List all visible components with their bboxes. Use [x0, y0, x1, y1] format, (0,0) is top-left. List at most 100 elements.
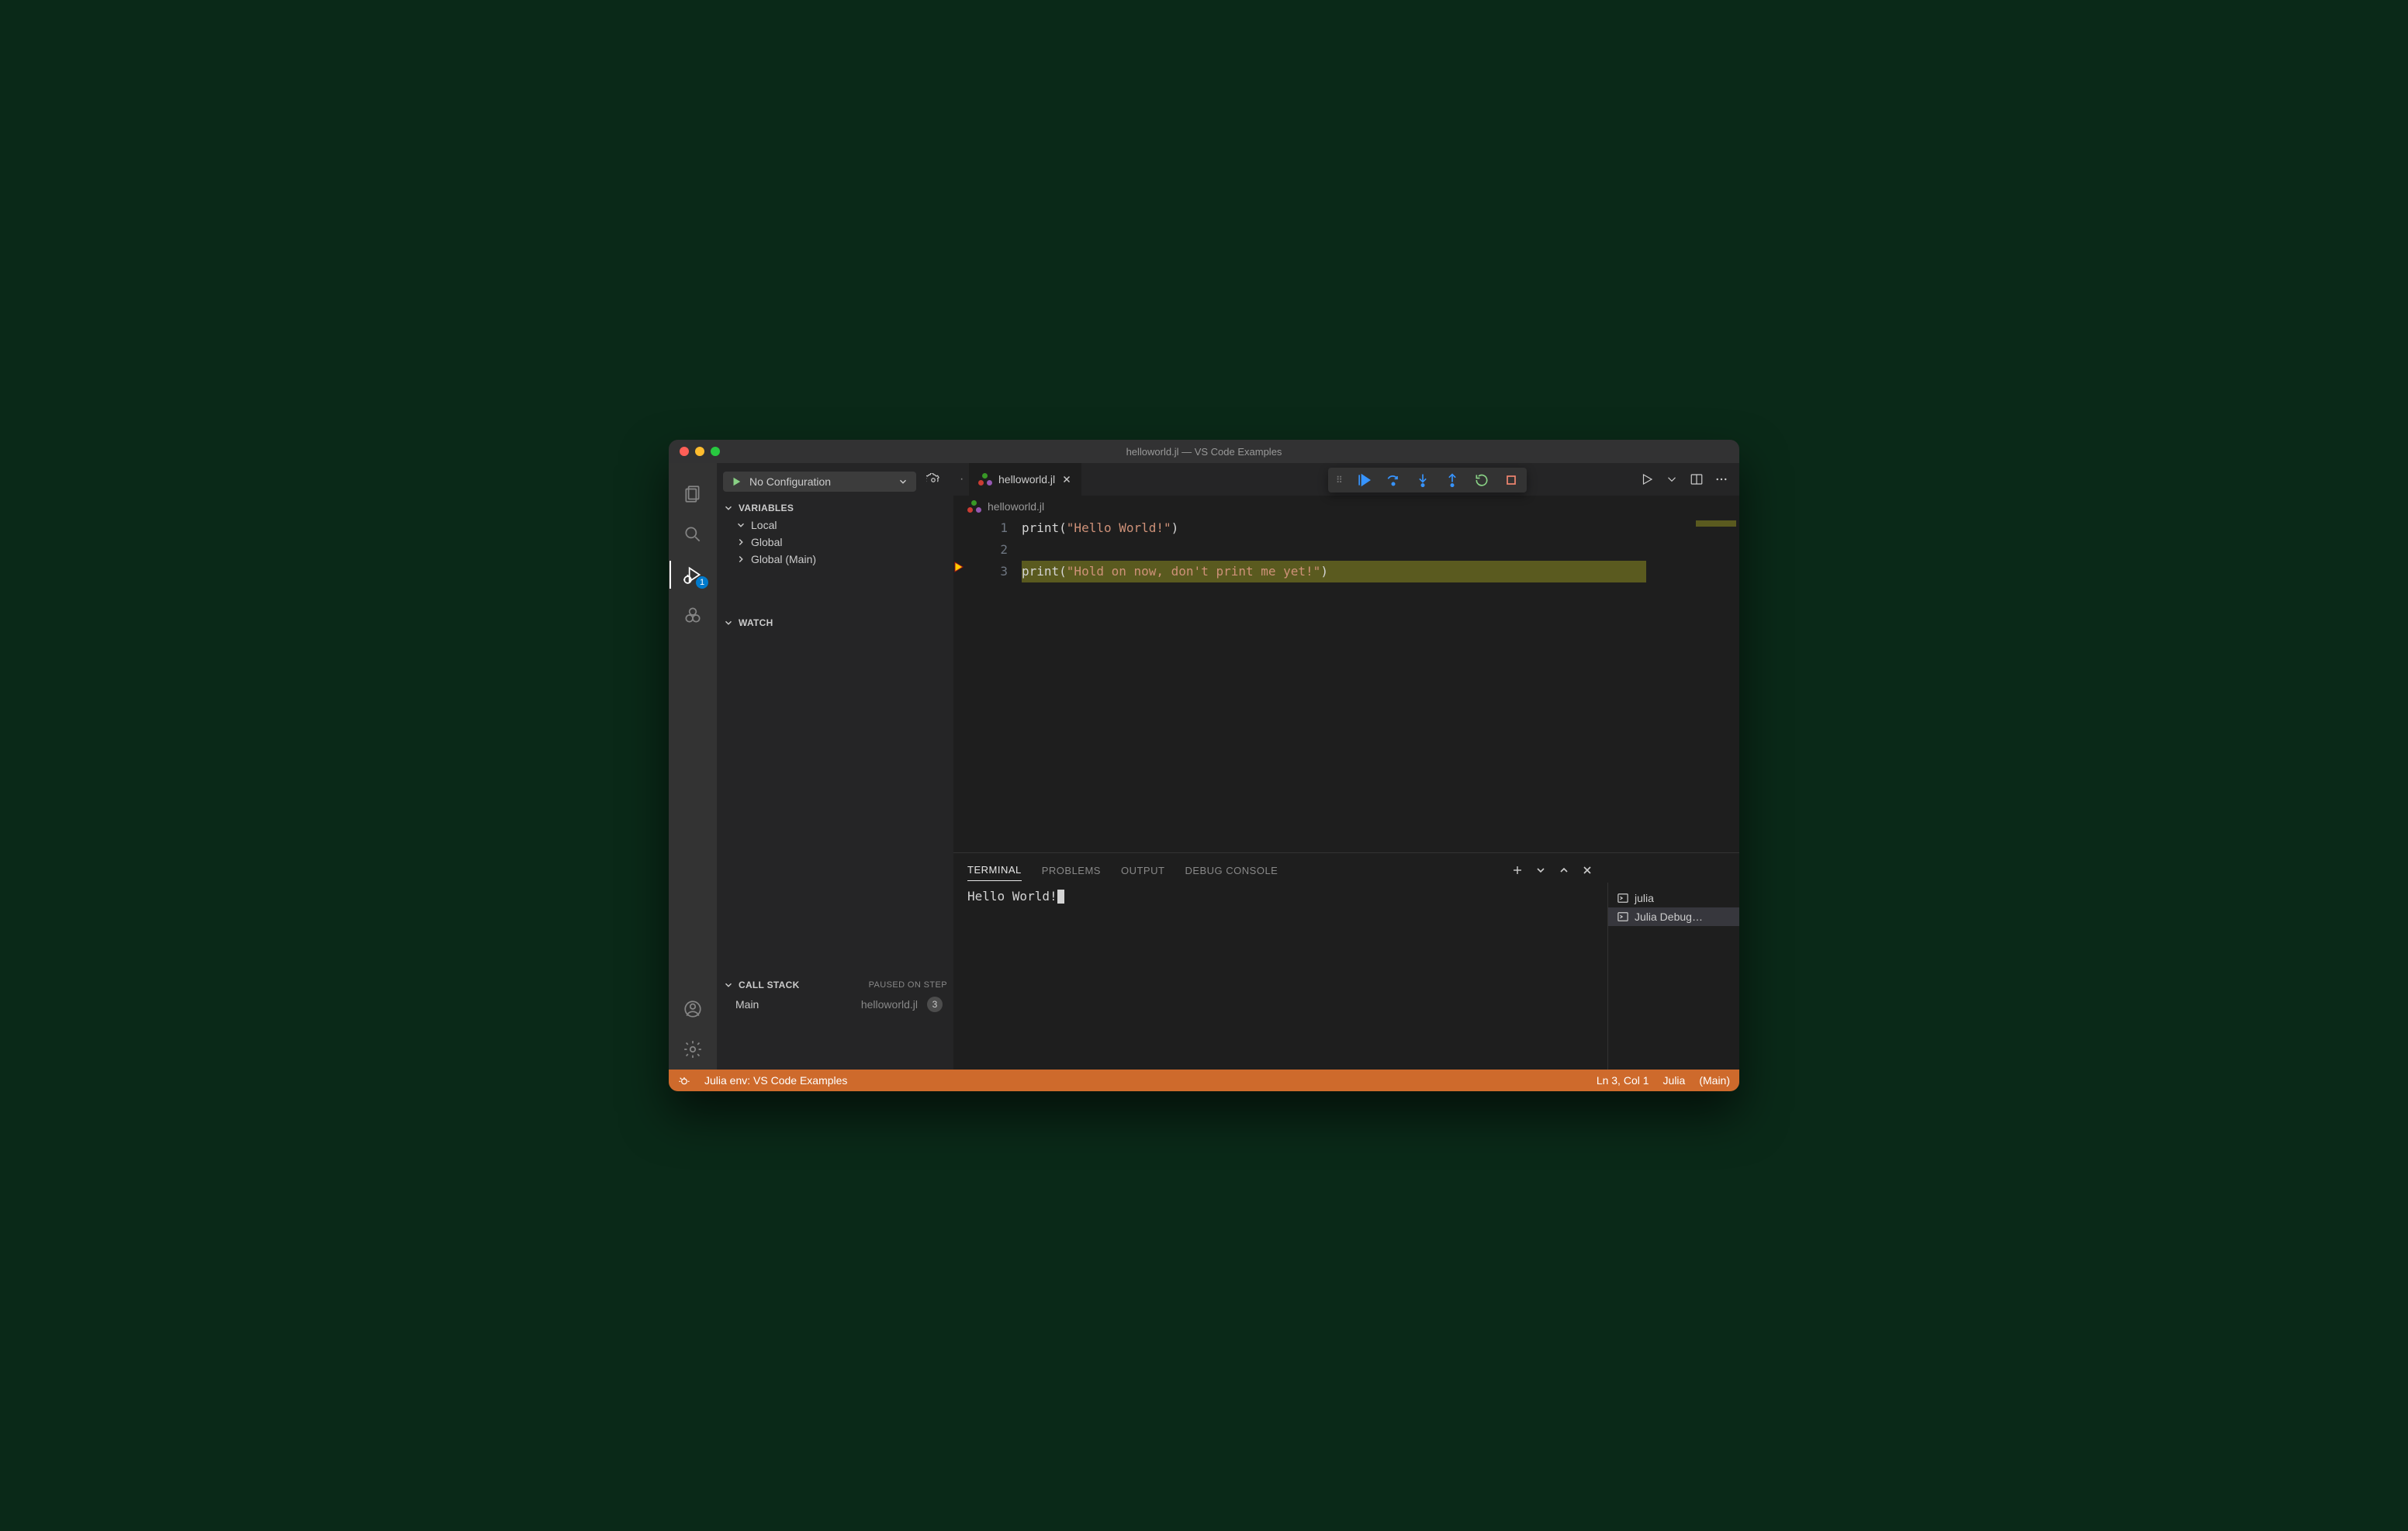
editor-group: · helloworld.jl helloworld.jl	[953, 463, 1739, 1070]
panel-tab-debug-console[interactable]: DEBUG CONSOLE	[1185, 860, 1278, 881]
status-scope[interactable]: (Main)	[1699, 1074, 1730, 1087]
chevron-right-icon	[735, 537, 746, 548]
start-debug-icon	[731, 476, 742, 487]
activity-search[interactable]	[669, 514, 716, 555]
terminal-text: Hello World!	[967, 889, 1057, 904]
continue-icon[interactable]	[1356, 472, 1372, 488]
activity-accounts[interactable]	[669, 989, 716, 1029]
code-line[interactable]	[1022, 539, 1631, 561]
split-editor-icon[interactable]	[1690, 472, 1704, 486]
panel-tab-output[interactable]: OUTPUT	[1121, 860, 1164, 881]
callstack-frame-file: helloworld.jl	[861, 998, 918, 1011]
step-out-icon[interactable]	[1444, 472, 1460, 488]
breadcrumb-filename: helloworld.jl	[988, 500, 1044, 513]
minimap[interactable]	[1693, 517, 1739, 852]
minimize-window-button[interactable]	[695, 447, 704, 456]
chevron-down-icon	[735, 520, 746, 530]
callstack-frame-line: 3	[927, 997, 943, 1012]
search-icon	[683, 524, 703, 544]
glyph-margin	[953, 517, 970, 852]
variables-global-main[interactable]: Global (Main)	[717, 551, 953, 568]
close-icon[interactable]	[1581, 864, 1593, 876]
glyph-row	[953, 539, 970, 561]
code-line[interactable]: print("Hold on now, don't print me yet!"…	[1022, 561, 1631, 582]
section-variables-header[interactable]: VARIABLES	[717, 499, 953, 517]
panel-actions	[1511, 864, 1593, 876]
chevron-down-icon	[723, 617, 734, 628]
glyph-row	[953, 561, 970, 582]
activity-debug[interactable]: 1	[669, 555, 716, 595]
vscode-window: helloworld.jl — VS Code Examples 1	[669, 440, 1739, 1091]
code-content[interactable]: print("Hello World!") print("Hold on now,…	[1022, 517, 1693, 852]
section-watch-header[interactable]: WATCH	[717, 614, 953, 631]
variables-local[interactable]: Local	[717, 517, 953, 534]
glyph-row	[953, 517, 970, 539]
step-into-icon[interactable]	[1415, 472, 1431, 488]
line-number: 3	[970, 561, 1008, 582]
line-number: 1	[970, 517, 1008, 539]
activity-explorer[interactable]	[669, 474, 716, 514]
section-variables-label: VARIABLES	[739, 503, 794, 513]
section-callstack-header[interactable]: CALL STACK PAUSED ON STEP	[717, 976, 953, 994]
breadcrumbs[interactable]: helloworld.jl	[953, 496, 1739, 517]
debug-config-selector[interactable]: No Configuration	[723, 472, 916, 492]
section-watch-label: WATCH	[739, 617, 773, 628]
chevron-down-icon	[723, 980, 734, 990]
debug-sidebar: No Configuration VARIABLES Local	[717, 463, 953, 1070]
panel-tab-terminal[interactable]: TERMINAL	[967, 859, 1022, 881]
traffic-lights	[669, 447, 720, 456]
fullscreen-window-button[interactable]	[711, 447, 720, 456]
editor-actions	[1640, 463, 1739, 496]
debug-badge: 1	[696, 576, 708, 589]
status-language[interactable]: Julia	[1663, 1074, 1686, 1087]
close-icon[interactable]	[1061, 474, 1072, 485]
chevron-down-icon[interactable]	[1665, 472, 1679, 486]
more-icon[interactable]	[1714, 472, 1728, 486]
titlebar: helloworld.jl — VS Code Examples	[669, 440, 1739, 463]
status-debug-indicator[interactable]	[678, 1074, 690, 1087]
code-editor[interactable]: 123 print("Hello World!") print("Hold on …	[953, 517, 1739, 852]
terminal-output[interactable]: Hello World!	[953, 881, 1607, 1070]
line-number: 2	[970, 539, 1008, 561]
chevron-down-icon[interactable]	[1534, 864, 1547, 876]
debug-toolbar[interactable]: ⠿	[1328, 468, 1527, 492]
julia-dots-icon	[683, 605, 703, 625]
current-line-arrow-icon	[953, 561, 966, 573]
julia-file-icon	[978, 473, 992, 486]
bottom-panel: TERMINAL PROBLEMS OUTPUT DEBUG CONSOLE	[953, 852, 1739, 1070]
stop-icon[interactable]	[1503, 472, 1519, 488]
status-julia-env[interactable]: Julia env: VS Code Examples	[704, 1074, 847, 1087]
code-line[interactable]: print("Hello World!")	[1022, 517, 1631, 539]
callstack-frame[interactable]: Main helloworld.jl 3	[717, 994, 953, 1015]
status-bar: Julia env: VS Code Examples Ln 3, Col 1 …	[669, 1070, 1739, 1091]
julia-file-icon	[967, 500, 981, 513]
close-window-button[interactable]	[680, 447, 689, 456]
tab-filename: helloworld.jl	[998, 473, 1055, 486]
variables-global-main-label: Global (Main)	[751, 553, 816, 565]
terminal-item-debug[interactable]: Julia Debug…	[1608, 907, 1739, 926]
activity-settings[interactable]	[669, 1029, 716, 1070]
editor-tab[interactable]: helloworld.jl	[969, 463, 1082, 496]
terminal-item-label: Julia Debug…	[1635, 911, 1703, 923]
terminal-icon	[1617, 893, 1628, 904]
status-cursor-position[interactable]: Ln 3, Col 1	[1597, 1074, 1649, 1087]
drag-handle-icon[interactable]: ⠿	[1336, 475, 1342, 486]
debug-settings-button[interactable]	[924, 471, 943, 492]
terminal-item-julia[interactable]: julia	[1608, 889, 1739, 907]
window-title: helloworld.jl — VS Code Examples	[1126, 446, 1282, 458]
panel-tabs: TERMINAL PROBLEMS OUTPUT DEBUG CONSOLE	[953, 853, 1607, 881]
plus-icon[interactable]	[1511, 864, 1524, 876]
line-number-gutter: 123	[970, 517, 1022, 852]
activity-julia[interactable]	[669, 595, 716, 635]
chevron-up-icon[interactable]	[1558, 864, 1570, 876]
variables-global[interactable]: Global	[717, 534, 953, 551]
files-icon	[683, 484, 703, 504]
section-callstack-label: CALL STACK	[739, 980, 800, 990]
step-over-icon[interactable]	[1386, 472, 1401, 488]
restart-icon[interactable]	[1474, 472, 1489, 488]
gear-icon	[683, 1039, 703, 1059]
run-icon[interactable]	[1640, 472, 1654, 486]
terminal-icon	[1617, 911, 1628, 922]
panel-tab-problems[interactable]: PROBLEMS	[1042, 860, 1101, 881]
activity-bar: 1	[669, 463, 717, 1070]
